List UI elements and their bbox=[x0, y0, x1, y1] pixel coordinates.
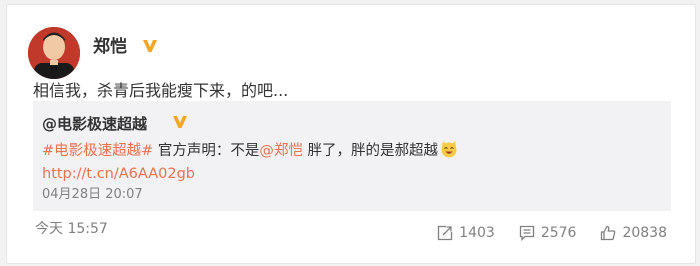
verified-badge-icon bbox=[143, 40, 157, 52]
repost-text: #电影极速超越# 官方声明：不是@郑恺 胖了，胖的是郝超越 bbox=[42, 139, 459, 162]
avatar-image bbox=[28, 27, 80, 79]
post-text: 相信我，杀青后我能瘦下来，的吧... bbox=[33, 81, 289, 100]
repost-text-part2: 胖了，胖的是郝超越 bbox=[302, 143, 439, 159]
repost-count: 1403 bbox=[459, 225, 495, 241]
comment-icon bbox=[519, 225, 534, 241]
repost-author[interactable]: @电影极速超越 bbox=[42, 113, 147, 135]
repost-icon bbox=[438, 225, 453, 241]
comment-count: 2576 bbox=[540, 225, 577, 241]
post-username[interactable]: 郑恺 bbox=[93, 35, 127, 59]
comment-button[interactable]: 2576 bbox=[519, 223, 577, 243]
mention-link[interactable]: @郑恺 bbox=[259, 143, 303, 159]
hashtag-link[interactable]: #电影极速超越# bbox=[42, 143, 153, 159]
weibo-post-card: 郑恺 相信我，杀青后我能瘦下来，的吧... @电影极速超越 #电影极速超越# 官… bbox=[6, 4, 696, 264]
reposted-content[interactable]: @电影极速超越 #电影极速超越# 官方声明：不是@郑恺 胖了，胖的是郝超越 ht… bbox=[33, 101, 671, 211]
like-button[interactable]: 20838 bbox=[600, 223, 667, 243]
avatar[interactable] bbox=[28, 27, 80, 79]
action-bar: 1403 2576 20838 bbox=[413, 223, 667, 243]
post-timestamp[interactable]: 今天 15:57 bbox=[35, 219, 108, 239]
repost-date[interactable]: 04月28日 20:07 bbox=[42, 186, 143, 204]
laughing-cat-emoji-icon bbox=[441, 141, 457, 158]
short-url-link[interactable]: http://t.cn/A6AA02gb bbox=[42, 163, 195, 185]
like-count: 20838 bbox=[622, 225, 667, 241]
verified-badge-icon bbox=[173, 116, 187, 128]
repost-button[interactable]: 1403 bbox=[437, 223, 495, 243]
repost-text-part1: 官方声明：不是 bbox=[153, 143, 260, 159]
like-icon bbox=[601, 225, 616, 241]
